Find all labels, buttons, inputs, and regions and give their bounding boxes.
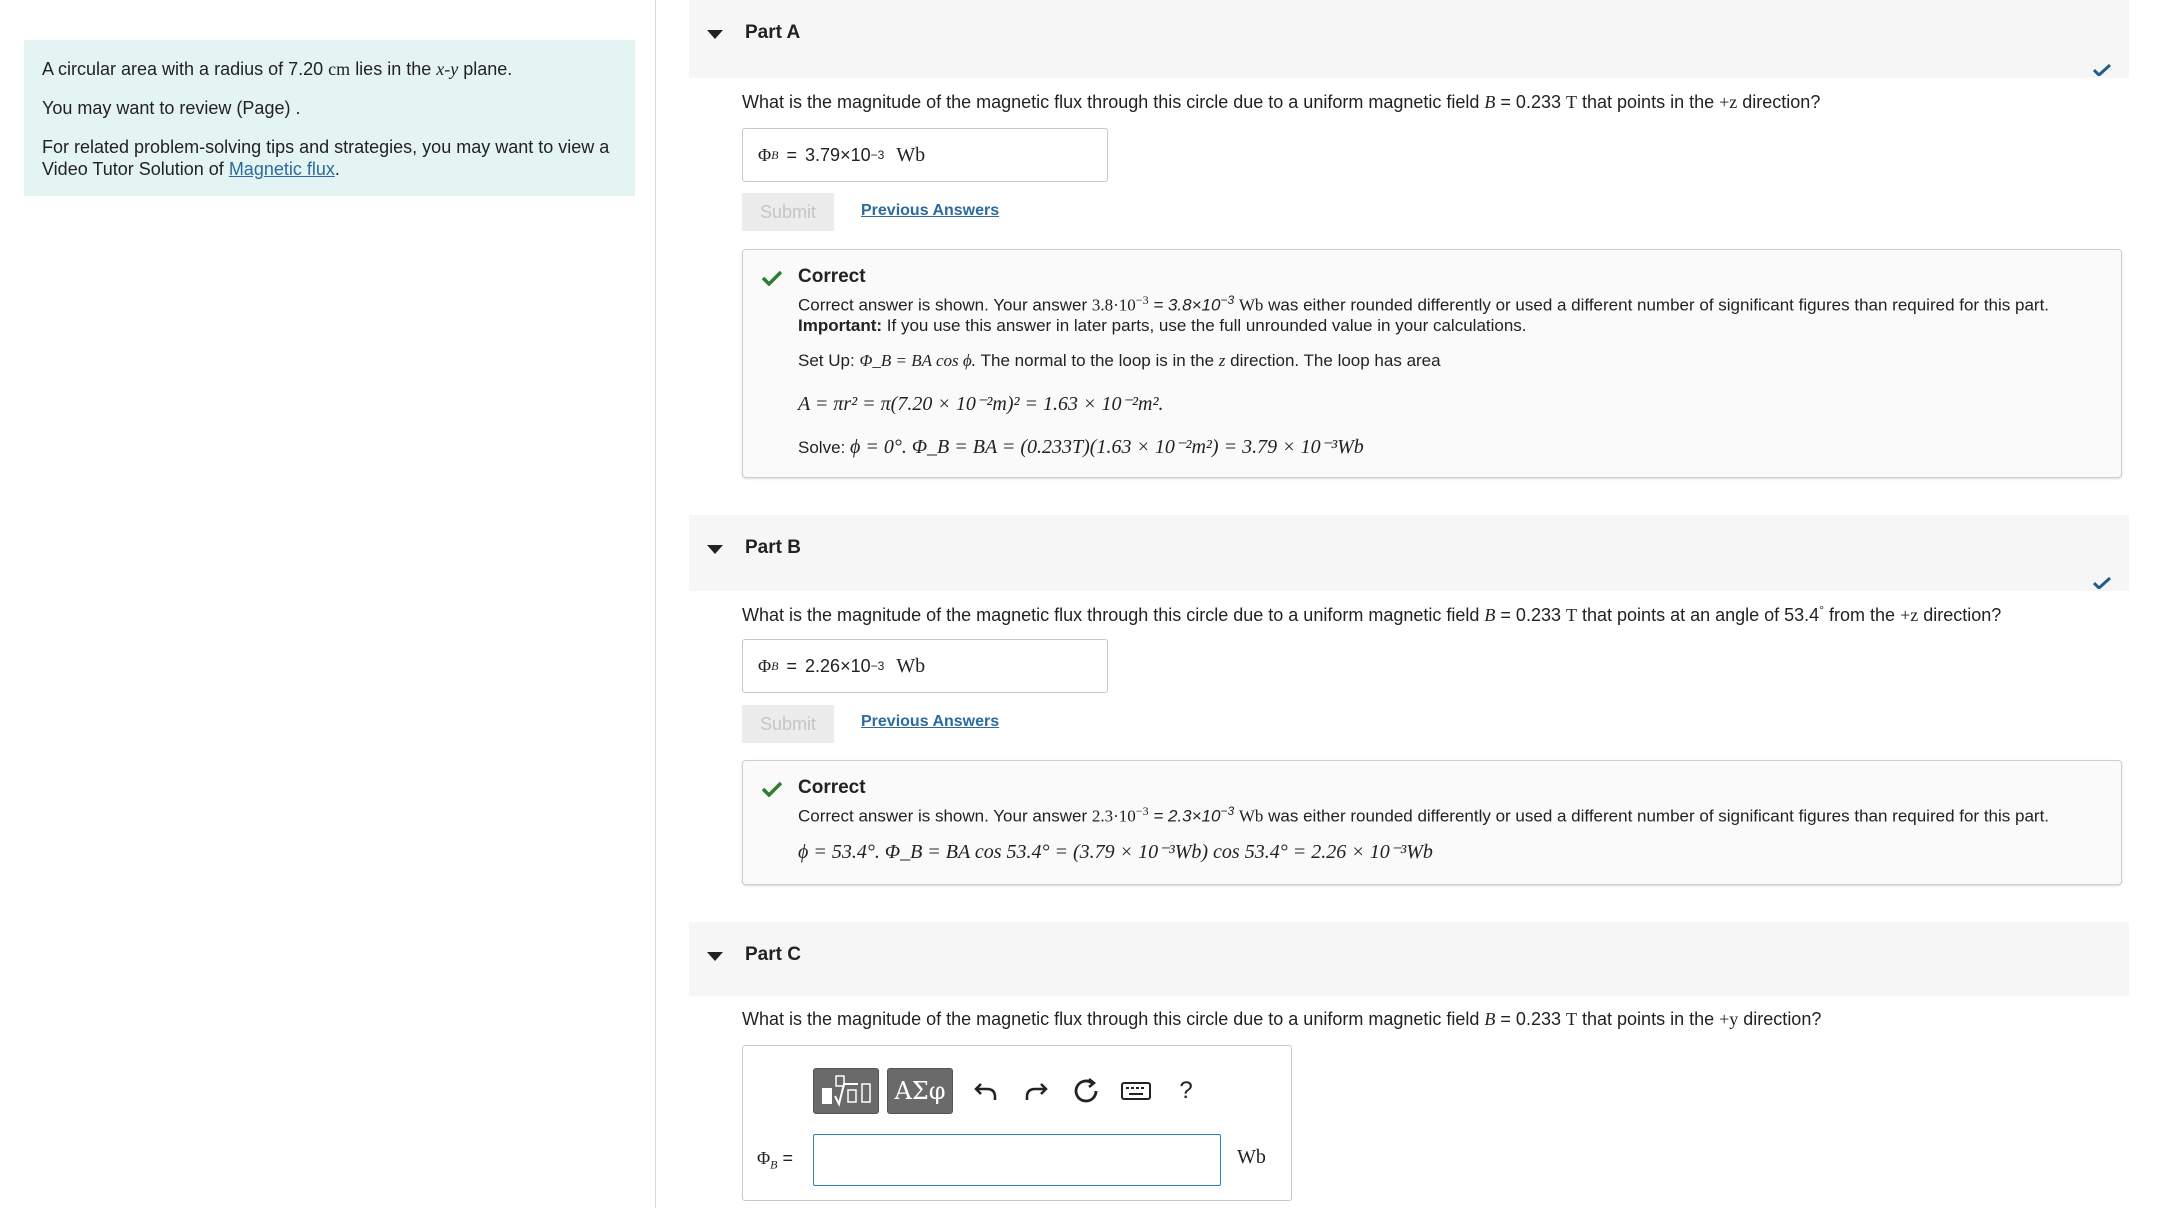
unit-label: Wb [1237, 1146, 1266, 1168]
help-button[interactable]: ? [1161, 1068, 1211, 1114]
part-b-feedback: Correct Correct answer is shown. Your an… [742, 760, 2122, 885]
feedback-title: Correct [798, 777, 866, 798]
part-title: Part B [745, 537, 801, 558]
feedback-solve: Solve: ϕ = 0°. Φ_B = BA = (0.233T)(1.63 … [798, 436, 1364, 458]
part-title: Part C [745, 944, 801, 965]
tips-text: For related problem-solving tips and str… [42, 137, 610, 179]
problem-text: A circular area with a radius of 7.20 cm… [42, 59, 513, 79]
part-c-answer-input[interactable] [813, 1134, 1221, 1186]
feedback-title: Correct [798, 266, 866, 287]
review-text: You may want to review (Page) . [42, 98, 301, 118]
part-a-submit-button[interactable]: Submit [742, 193, 834, 231]
part-c-question: What is the magnitude of the magnetic fl… [742, 1009, 1822, 1029]
greek-symbols-button[interactable]: ΑΣφ [887, 1068, 953, 1114]
redo-icon[interactable] [1011, 1068, 1061, 1114]
checkmark-icon [2093, 64, 2111, 76]
collapse-triangle-icon[interactable] [707, 30, 723, 39]
part-b-question: What is the magnitude of the magnetic fl… [742, 603, 2002, 625]
part-title: Part A [745, 22, 801, 43]
part-b-header[interactable]: Part B [689, 515, 2129, 591]
feedback-rounding-note: Correct answer is shown. Your answer 2.3… [798, 804, 2050, 826]
correct-check-icon [761, 781, 783, 797]
fraction-root-template-icon [822, 1075, 871, 1107]
collapse-triangle-icon[interactable] [707, 545, 723, 554]
problem-statement: A circular area with a radius of 7.20 cm… [24, 40, 635, 196]
part-a-previous-answers-link[interactable]: Previous Answers [861, 202, 999, 220]
part-a-header[interactable]: Part A [689, 0, 2129, 78]
feedback-important-note: Important: If you use this answer in lat… [798, 316, 1527, 335]
feedback-setup: Set Up: Φ_B = BA cos ϕ. The normal to th… [798, 351, 1441, 370]
feedback-solution-equation: ϕ = 53.4°. Φ_B = BA cos 53.4° = (3.79 × … [798, 841, 1433, 863]
part-a-question: What is the magnitude of the magnetic fl… [742, 92, 1821, 112]
part-b-submit-button[interactable]: Submit [742, 705, 834, 743]
phi-b-label: ΦB = [757, 1148, 794, 1172]
part-a-answer-field: ΦB = 3.79×10 −3 Wb [742, 128, 1108, 182]
keyboard-icon[interactable] [1111, 1068, 1161, 1114]
collapse-triangle-icon[interactable] [707, 952, 723, 961]
feedback-rounding-note: Correct answer is shown. Your answer 3.8… [798, 293, 2050, 315]
problem-panel: A circular area with a radius of 7.20 cm… [0, 0, 656, 1208]
math-toolbar: ΑΣφ ? [813, 1066, 1211, 1116]
magnetic-flux-link[interactable]: Magnetic flux [229, 159, 335, 179]
reset-icon[interactable] [1061, 1068, 1111, 1114]
part-b-previous-answers-link[interactable]: Previous Answers [861, 713, 999, 731]
undo-icon[interactable] [961, 1068, 1011, 1114]
part-c-answer-editor: ΑΣφ ? ΦB = Wb [742, 1045, 1292, 1201]
checkmark-icon [2093, 577, 2111, 589]
correct-check-icon [761, 270, 783, 286]
feedback-area-equation: A = πr² = π(7.20 × 10⁻²m)² = 1.63 × 10⁻²… [798, 393, 1164, 415]
part-c-header[interactable]: Part C [689, 922, 2129, 996]
part-a-feedback: Correct Correct answer is shown. Your an… [742, 249, 2122, 478]
templates-button[interactable] [813, 1068, 879, 1114]
part-b-answer-field: ΦB = 2.26×10 −3 Wb [742, 639, 1108, 693]
